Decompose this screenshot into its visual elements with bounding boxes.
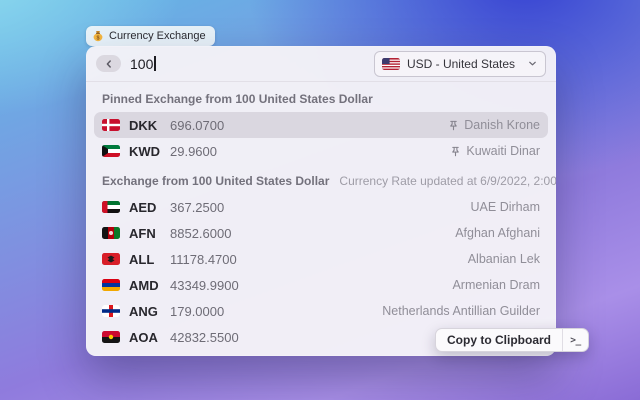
country-flag-icon <box>102 201 120 213</box>
currency-code: AFN <box>129 225 156 241</box>
pin-icon <box>450 146 461 157</box>
country-flag-icon <box>102 331 120 343</box>
converted-value: 43349.9900 <box>170 277 239 293</box>
converted-value: 11178.4700 <box>170 251 237 267</box>
chevron-left-icon <box>106 59 111 68</box>
results-list: Pinned Exchange from 100 United States D… <box>86 82 556 356</box>
converted-value: 8852.6000 <box>170 225 232 241</box>
currency-row[interactable]: ANG 179.0000 Netherlands Antillian Guild… <box>94 298 548 324</box>
country-flag-icon <box>102 305 120 317</box>
pinned-section-header: Pinned Exchange from 100 United States D… <box>94 82 548 112</box>
command-tag[interactable]: $ Currency Exchange <box>86 26 215 46</box>
enter-key-hint: >_ <box>570 334 581 346</box>
currency-name: Kuwaiti Dinar <box>466 144 540 158</box>
currency-row[interactable]: DKK 696.0700 Danish Krone <box>94 112 548 138</box>
converted-value: 179.0000 <box>170 303 225 319</box>
converted-value: 29.9600 <box>170 143 217 159</box>
pinned-rows: DKK 696.0700 Danish Krone KWD 29.9600 Ku… <box>94 112 548 164</box>
currency-code: ANG <box>129 303 158 319</box>
currency-name: Afghan Afghani <box>455 226 540 240</box>
search-input[interactable]: 100 <box>130 56 156 72</box>
us-flag-icon <box>381 57 400 70</box>
text-caret <box>154 56 156 71</box>
currency-row[interactable]: AED 367.2500 UAE Dirham <box>94 194 548 220</box>
exchange-section-header: Exchange from 100 United States Dollar C… <box>94 164 556 194</box>
currency-name: UAE Dirham <box>470 200 540 214</box>
currency-code: AOA <box>129 329 158 345</box>
currency-name: Albanian Lek <box>467 252 540 266</box>
currency-picker-value: USD - United States <box>406 56 515 71</box>
converted-value: 12108.6000 <box>170 356 239 357</box>
copy-to-clipboard-button[interactable]: Copy to Clipboard <box>436 329 563 351</box>
rate-updated-timestamp: Currency Rate updated at 6/9/2022, 2:00:… <box>339 174 556 188</box>
primary-action-bar: Copy to Clipboard >_ <box>435 328 589 352</box>
back-button[interactable] <box>96 55 121 72</box>
country-flag-icon <box>102 145 120 157</box>
converted-value: 696.0700 <box>170 117 225 133</box>
country-flag-icon <box>102 119 120 131</box>
pin-icon <box>448 120 459 131</box>
converted-value: 42832.5500 <box>170 329 239 345</box>
currency-row[interactable]: ALL 11178.4700 Albanian Lek <box>94 246 548 272</box>
currency-name: Danish Krone <box>464 118 540 132</box>
currency-code: ARS <box>129 356 161 357</box>
country-flag-icon <box>102 227 120 239</box>
currency-code: AED <box>129 199 157 215</box>
currency-code: ALL <box>129 251 155 267</box>
pinned-section-title: Pinned Exchange from 100 United States D… <box>102 92 373 106</box>
command-tag-label: Currency Exchange <box>109 30 206 42</box>
currency-code: AMD <box>129 277 159 293</box>
currency-exchange-window: 100 USD - United States Pinned Exchange … <box>86 46 556 356</box>
country-flag-icon <box>102 279 120 291</box>
currency-row[interactable]: AMD 43349.9900 Armenian Dram <box>94 272 548 298</box>
chevron-down-icon <box>528 59 537 68</box>
country-flag-icon <box>102 253 120 265</box>
converted-value: 367.2500 <box>170 199 225 215</box>
currency-code: DKK <box>129 117 158 133</box>
currency-name: Netherlands Antillian Guilder <box>382 304 540 318</box>
search-bar: 100 USD - United States <box>86 46 556 82</box>
currency-row[interactable]: AFN 8852.6000 Afghan Afghani <box>94 220 548 246</box>
search-input-value: 100 <box>130 55 154 72</box>
currency-name: Armenian Dram <box>452 278 540 292</box>
exchange-section-title: Exchange from 100 United States Dollar <box>102 174 330 188</box>
currency-row[interactable]: KWD 29.9600 Kuwaiti Dinar <box>94 138 548 164</box>
svg-text:$: $ <box>96 35 99 41</box>
money-bag-icon: $ <box>92 30 104 42</box>
currency-picker-dropdown[interactable]: USD - United States <box>373 50 546 77</box>
currency-code: KWD <box>129 143 161 159</box>
